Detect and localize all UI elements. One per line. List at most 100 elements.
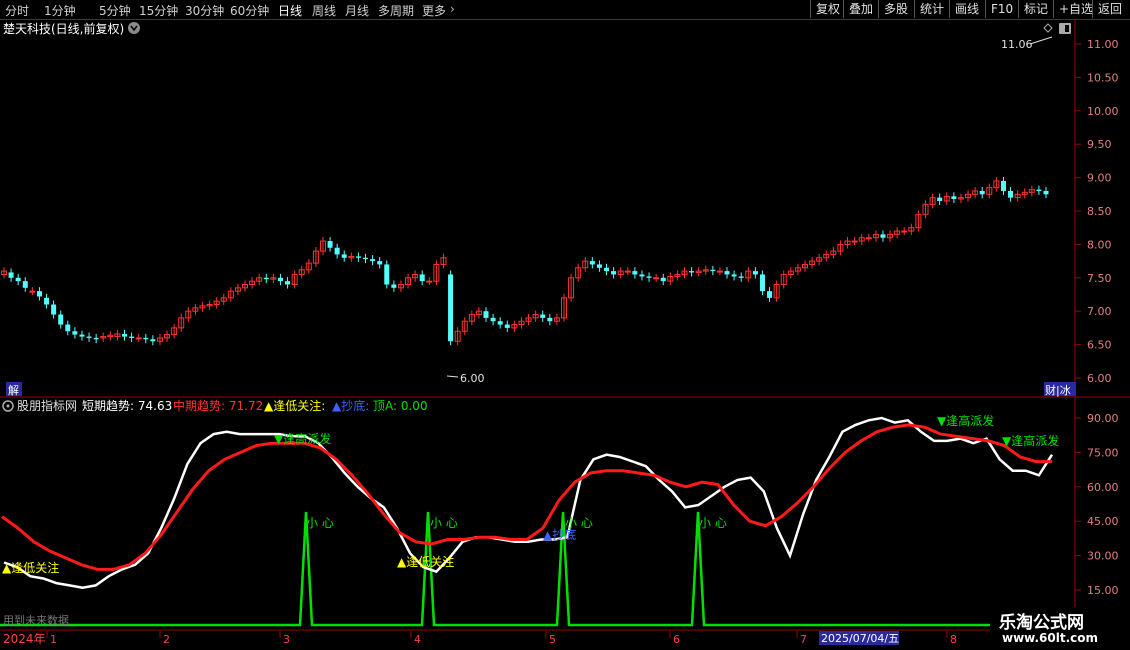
candle-body bbox=[767, 291, 773, 298]
candle-body bbox=[979, 190, 985, 195]
signal-spike-line bbox=[0, 511, 1010, 627]
candle-body bbox=[79, 334, 85, 337]
period-tab-monthly[interactable]: 月线 bbox=[345, 2, 369, 19]
mark-button[interactable]: 标记 bbox=[1018, 0, 1054, 18]
period-tab-multi[interactable]: 多周期 bbox=[378, 2, 414, 19]
period-toolbar: 分时 1分钟 5分钟 15分钟 30分钟 60分钟 日线 周线 月线 多周期 更… bbox=[0, 0, 1130, 20]
candle-body bbox=[150, 339, 156, 342]
period-tab-more[interactable]: 更多 bbox=[422, 2, 446, 19]
period-tab-weekly[interactable]: 周线 bbox=[312, 2, 336, 19]
bottom-buy-legend: ▲抄底: bbox=[332, 398, 369, 413]
multi-stock-button[interactable]: 多股 bbox=[878, 0, 914, 18]
short-trend-legend: 短期趋势: 74.63 bbox=[82, 399, 172, 413]
period-tab-30min[interactable]: 30分钟 bbox=[185, 2, 224, 19]
candle-body bbox=[8, 272, 14, 278]
month-label: 3 bbox=[283, 633, 290, 646]
candle-body bbox=[86, 336, 92, 338]
chart-area[interactable]: 楚天科技(日线,前复权) 11.00 10.50 10.00 9.50 9.00 8.50… bbox=[0, 20, 1130, 650]
candle-body bbox=[263, 277, 269, 280]
period-tab-timeshare[interactable]: 分时 bbox=[5, 2, 29, 19]
candle-body bbox=[93, 337, 99, 340]
low-watch-legend: ▲逢低关注: bbox=[264, 398, 325, 413]
candle-body bbox=[1008, 190, 1014, 198]
high-sell-signal-1: ▼逢高派发 bbox=[274, 431, 331, 446]
price-tick-label: 10.50 bbox=[1087, 71, 1119, 84]
candle-body bbox=[547, 317, 553, 322]
candle-body bbox=[341, 254, 347, 258]
candle-body bbox=[44, 297, 50, 305]
back-button[interactable]: 返回 bbox=[1092, 0, 1128, 18]
period-tab-1min[interactable]: 1分钟 bbox=[44, 2, 76, 19]
month-label: 6 bbox=[673, 633, 680, 646]
period-tab-daily[interactable]: 日线 bbox=[278, 2, 302, 19]
overlay-button[interactable]: 叠加 bbox=[843, 0, 879, 18]
finance-tag-label: 财|冰 bbox=[1045, 383, 1071, 397]
unlock-tag-label: 解 bbox=[8, 383, 19, 397]
price-tick-label: 6.00 bbox=[1087, 372, 1112, 385]
candle-body bbox=[36, 291, 42, 297]
chevron-right-icon[interactable]: › bbox=[450, 2, 455, 16]
mid-trend-line bbox=[1, 423, 1052, 571]
candle-body bbox=[865, 237, 872, 240]
candle-body bbox=[604, 267, 610, 272]
watermark-title: 乐淘公式网 bbox=[999, 613, 1084, 633]
candle-body bbox=[285, 281, 291, 285]
indicator-gear-icon[interactable] bbox=[2, 400, 14, 412]
candle-body bbox=[277, 277, 283, 282]
draw-line-button[interactable]: 画线 bbox=[949, 0, 985, 18]
short-trend-line bbox=[3, 416, 1054, 589]
stock-title: 楚天科技(日线,前复权) bbox=[3, 21, 124, 36]
indicator-tick-label: 60.00 bbox=[1087, 481, 1119, 494]
high-price-label: 11.06 bbox=[1001, 38, 1033, 51]
restore-rights-button[interactable]: 复权 bbox=[810, 0, 846, 18]
careful-signal-1: 小 心 bbox=[306, 516, 334, 530]
candle-body bbox=[15, 277, 21, 282]
period-tab-15min[interactable]: 15分钟 bbox=[139, 2, 178, 19]
month-label: 1 bbox=[50, 633, 57, 646]
candle-body bbox=[129, 336, 135, 338]
candle-body bbox=[937, 197, 943, 201]
candle-body bbox=[759, 274, 765, 292]
candle-body bbox=[334, 247, 340, 255]
month-label: 8 bbox=[950, 633, 957, 646]
diamond-icon[interactable] bbox=[1043, 23, 1053, 33]
candle-body bbox=[639, 274, 645, 277]
candle-body bbox=[51, 304, 57, 315]
candle-body bbox=[596, 264, 602, 268]
f10-button[interactable]: F10 bbox=[985, 0, 1019, 18]
candle-body bbox=[611, 271, 617, 275]
indicator-name: 股朋指标网 bbox=[17, 398, 77, 413]
candle-body bbox=[384, 264, 390, 285]
watermark-url: www.60lt.com bbox=[1002, 631, 1099, 645]
indicator-tick-label: 75.00 bbox=[1087, 446, 1119, 459]
period-tab-5min[interactable]: 5分钟 bbox=[99, 2, 131, 19]
candle-body bbox=[363, 257, 369, 260]
candle-body bbox=[483, 311, 489, 318]
high-arrow-icon bbox=[1029, 36, 1053, 45]
candle-body bbox=[624, 270, 631, 273]
indicator-tick-label: 90.00 bbox=[1087, 412, 1119, 425]
candle-body bbox=[448, 274, 454, 342]
candle-body bbox=[724, 271, 730, 275]
price-tick-label: 6.50 bbox=[1087, 339, 1112, 352]
candle-body bbox=[504, 324, 510, 328]
candle-body bbox=[738, 276, 744, 278]
price-tick-label: 7.50 bbox=[1087, 272, 1112, 285]
candle-body bbox=[632, 271, 638, 275]
statistics-button[interactable]: 统计 bbox=[914, 0, 950, 18]
candle-body bbox=[327, 241, 333, 248]
high-sell-signal-2: ▼逢高派发 bbox=[937, 413, 994, 428]
cursor-date: 2025/07/04/五 bbox=[821, 632, 899, 645]
candle-body bbox=[901, 230, 908, 233]
candle-body bbox=[29, 290, 36, 293]
price-tick-label: 8.50 bbox=[1087, 205, 1112, 218]
low-watch-signal-2: ▲逢低关注 bbox=[397, 554, 454, 569]
mid-trend-legend: 中期趋势: 71.72 bbox=[173, 398, 263, 413]
period-tab-60min[interactable]: 60分钟 bbox=[230, 2, 269, 19]
candle-body bbox=[391, 284, 397, 288]
candle-body bbox=[716, 270, 723, 273]
chevron-down-icon[interactable] bbox=[128, 22, 140, 34]
candle-body bbox=[490, 317, 496, 322]
panel-toggle-icon[interactable] bbox=[1059, 23, 1071, 34]
candle-body bbox=[710, 269, 716, 272]
